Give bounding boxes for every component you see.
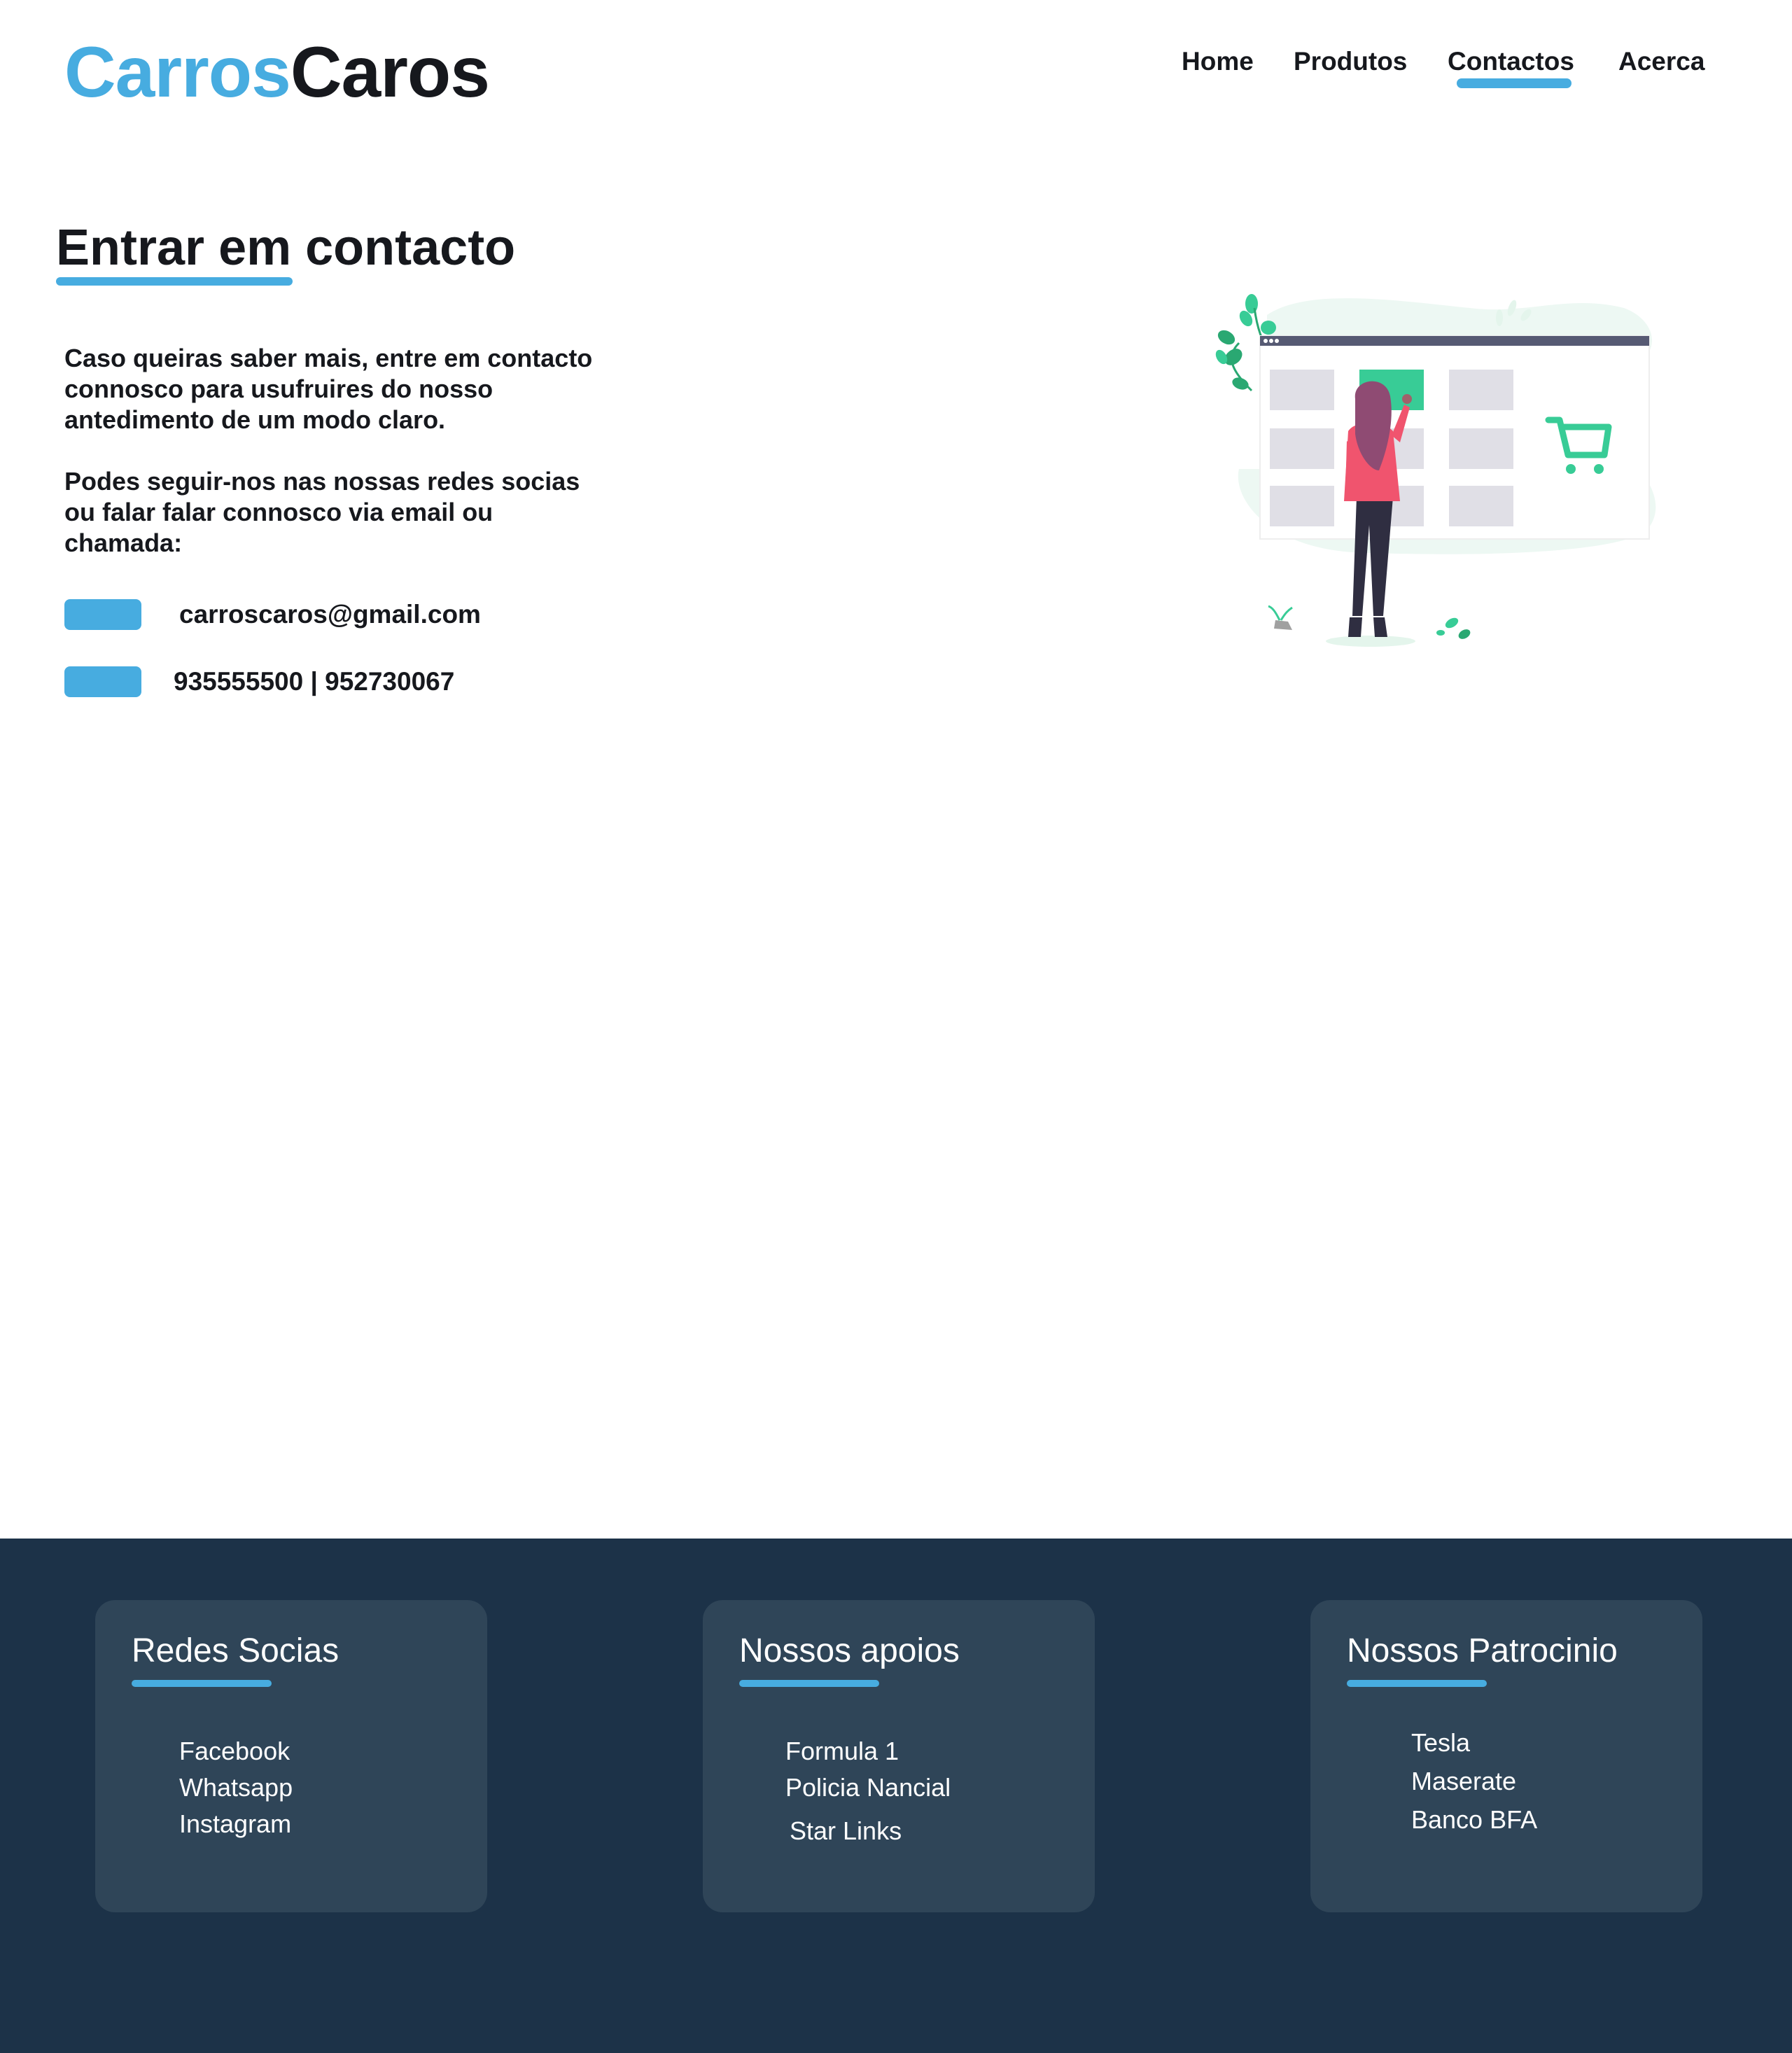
main-nav: Home Produtos Contactos Acerca bbox=[1176, 45, 1715, 94]
logo-text-caros: Caros bbox=[290, 32, 490, 112]
footer-card-nossos-apoios: Nossos apoios Formula 1 Policia Nancial … bbox=[703, 1600, 1095, 1912]
nav-item-contactos[interactable]: Contactos bbox=[1448, 45, 1574, 78]
email-icon bbox=[64, 599, 141, 630]
footer-link-tesla[interactable]: Tesla bbox=[1411, 1723, 1537, 1762]
card-list: Formula 1 Policia Nancial Star Links bbox=[785, 1733, 951, 1849]
card-underline bbox=[132, 1680, 272, 1687]
logo-text-carros: Carros bbox=[64, 32, 291, 112]
nav-item-produtos[interactable]: Produtos bbox=[1294, 45, 1407, 78]
footer-card-redes-socias: Redes Socias Facebook Whatsapp Instagram bbox=[95, 1600, 487, 1912]
card-underline bbox=[739, 1680, 879, 1687]
card-title: Nossos apoios bbox=[739, 1632, 960, 1669]
footer-card-nossos-patrocinio: Nossos Patrocinio Tesla Maserate Banco B… bbox=[1310, 1600, 1702, 1912]
intro-paragraph-1: Caso queiras saber mais, entre em contac… bbox=[64, 344, 593, 434]
phone-icon bbox=[64, 666, 141, 697]
email-link[interactable]: carroscaros@gmail.com bbox=[179, 599, 481, 630]
card-underline bbox=[1347, 1680, 1487, 1687]
footer-link-formula-1[interactable]: Formula 1 bbox=[785, 1733, 951, 1770]
title-underline bbox=[56, 277, 293, 286]
footer-link-banco-bfa[interactable]: Banco BFA bbox=[1411, 1800, 1537, 1839]
phone-link[interactable]: 935555500 | 952730067 bbox=[174, 666, 454, 697]
footer-link-star-links[interactable]: Star Links bbox=[785, 1813, 951, 1849]
footer-link-policia-nancial[interactable]: Policia Nancial bbox=[785, 1770, 951, 1806]
intro-paragraph-2: Podes seguir-nos nas nossas redes socias… bbox=[64, 467, 580, 557]
browser-title-bar bbox=[1260, 336, 1649, 346]
site-footer: Redes Socias Facebook Whatsapp Instagram… bbox=[0, 1539, 1792, 2053]
footer-link-maserate[interactable]: Maserate bbox=[1411, 1762, 1537, 1800]
nav-item-home[interactable]: Home bbox=[1182, 45, 1254, 78]
footer-link-facebook[interactable]: Facebook bbox=[179, 1733, 293, 1770]
card-title: Redes Socias bbox=[132, 1632, 340, 1669]
contact-intro: Caso queiras saber mais, entre em contac… bbox=[64, 343, 617, 589]
site-logo[interactable]: CarrosCaros bbox=[64, 36, 490, 108]
card-title: Nossos Patrocinio bbox=[1347, 1632, 1618, 1669]
page-title: Entrar em contacto bbox=[56, 220, 516, 276]
nav-active-indicator bbox=[1457, 78, 1572, 88]
nav-item-acerca[interactable]: Acerca bbox=[1618, 45, 1704, 78]
footer-link-whatsapp[interactable]: Whatsapp bbox=[179, 1770, 293, 1806]
footer-link-instagram[interactable]: Instagram bbox=[179, 1806, 293, 1842]
shopping-illustration bbox=[1215, 294, 1656, 647]
card-list: Facebook Whatsapp Instagram bbox=[179, 1733, 293, 1842]
card-list: Tesla Maserate Banco BFA bbox=[1411, 1723, 1537, 1839]
